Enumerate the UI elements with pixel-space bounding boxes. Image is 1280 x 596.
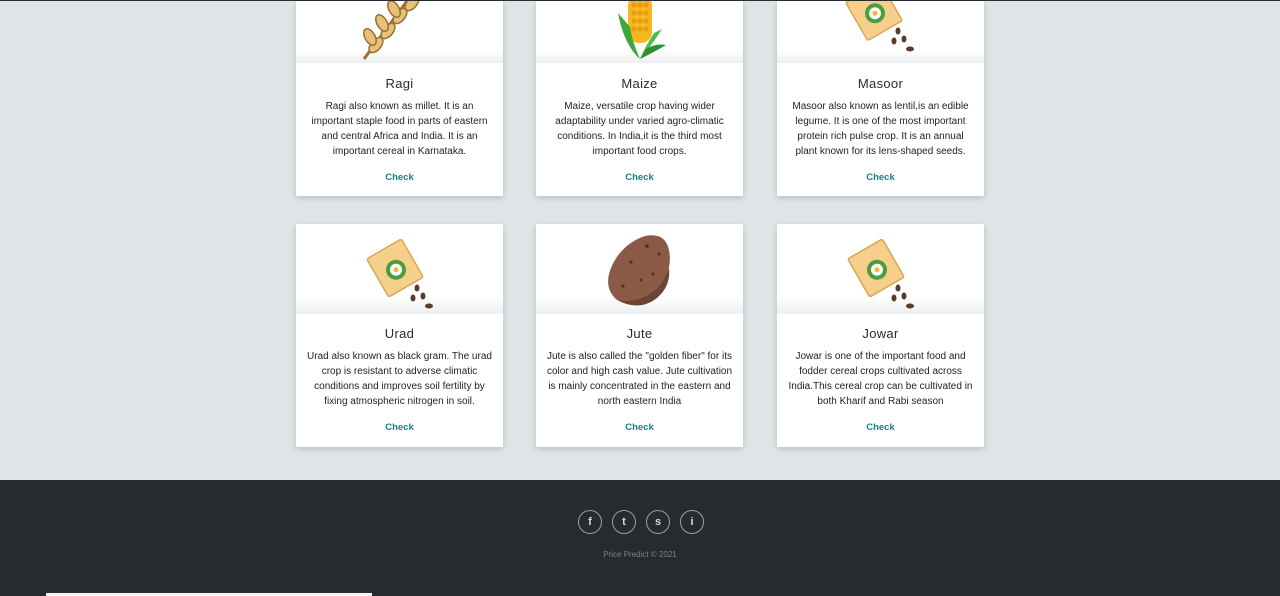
crop-card-jute: Jute Jute is also called the "golden fib… <box>536 224 743 447</box>
wheat-icon <box>362 1 420 60</box>
potato-icon <box>607 235 670 306</box>
crop-title: Ragi <box>385 76 414 91</box>
crop-title: Maize <box>621 76 658 91</box>
check-button[interactable]: Check <box>536 172 743 183</box>
crop-card-ragi: Ragi Ragi also known as millet. It is an… <box>296 1 503 196</box>
corn-icon <box>617 1 666 59</box>
check-button[interactable]: Check <box>296 172 503 183</box>
footer: f t s i Price Predict © 2021 <box>0 480 1280 596</box>
seed-packet-icon <box>366 238 433 309</box>
crop-description: Jowar is one of the important food and f… <box>788 351 973 407</box>
copyright-text: Price Predict © 2021 <box>603 550 677 559</box>
facebook-icon[interactable]: f <box>578 510 602 534</box>
crop-title: Urad <box>384 326 415 341</box>
crop-description: Ragi also known as millet. It is an impo… <box>311 101 488 157</box>
crop-image <box>536 1 743 63</box>
seed-packet-icon <box>845 1 914 52</box>
crop-title: Jute <box>626 326 653 341</box>
seed-packet-icon <box>847 238 914 309</box>
crop-description: Urad also known as black gram. The urad … <box>307 351 492 407</box>
instagram-icon[interactable]: i <box>680 510 704 534</box>
check-button[interactable]: Check <box>777 422 984 433</box>
crop-image <box>777 1 984 63</box>
snapchat-icon[interactable]: s <box>646 510 670 534</box>
crop-title: Masoor <box>857 76 904 91</box>
crop-image <box>296 1 503 63</box>
twitter-icon[interactable]: t <box>612 510 636 534</box>
crop-description: Masoor also known as lentil,is an edible… <box>792 101 969 157</box>
crop-description: Jute is also called the "golden fiber" f… <box>546 351 733 407</box>
crop-image <box>536 224 743 314</box>
crop-image <box>777 224 984 314</box>
crop-card-jowar: Jowar Jowar is one of the important food… <box>777 224 984 447</box>
crop-title: Jowar <box>862 326 899 341</box>
crop-card-urad: Urad Urad also known as black gram. The … <box>296 224 503 447</box>
check-button[interactable]: Check <box>536 422 743 433</box>
crop-card-masoor: Masoor Masoor also known as lentil,is an… <box>777 1 984 196</box>
check-button[interactable]: Check <box>777 172 984 183</box>
crop-image <box>296 224 503 314</box>
check-button[interactable]: Check <box>296 422 503 433</box>
crop-card-maize: Maize Maize, versatile crop having wider… <box>536 1 743 196</box>
social-links: f t s i <box>578 510 704 534</box>
crop-description: Maize, versatile crop having wider adapt… <box>555 101 724 157</box>
